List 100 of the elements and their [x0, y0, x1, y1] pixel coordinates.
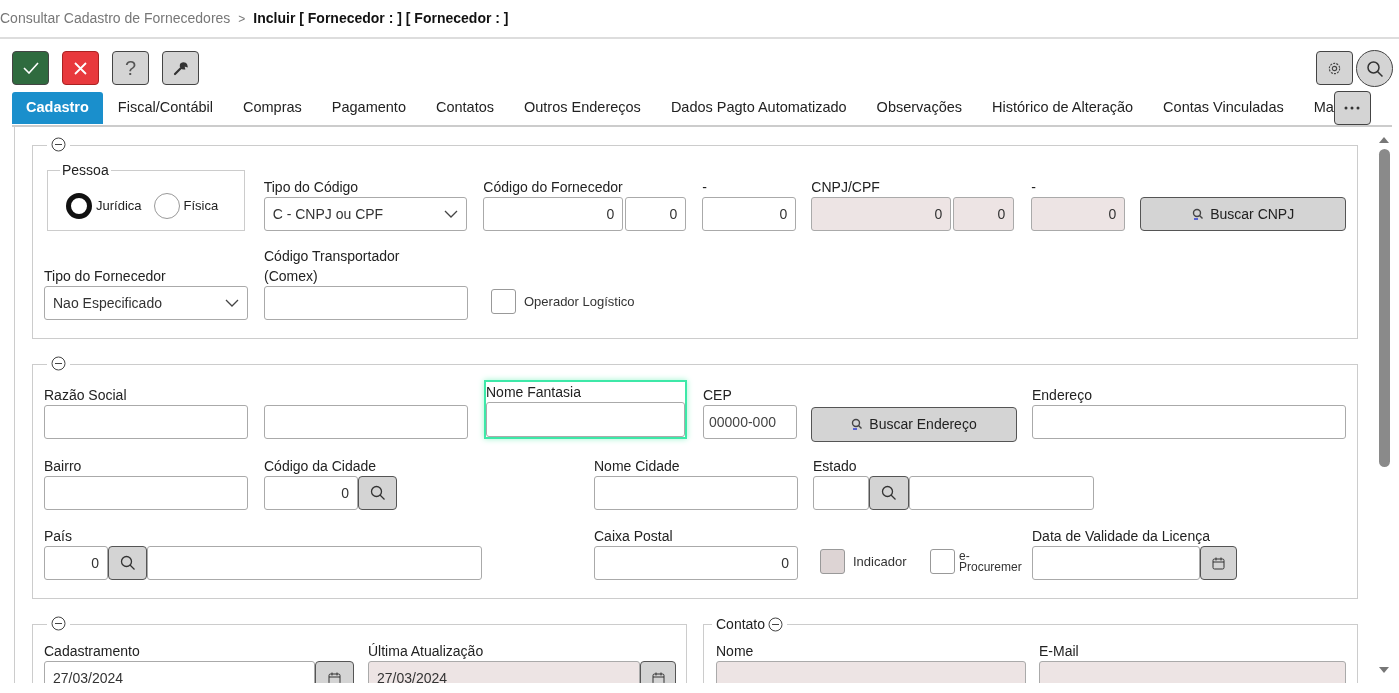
- number-field[interactable]: 0: [625, 197, 687, 231]
- tab[interactable]: Dados Pagto Automatizado: [655, 92, 862, 124]
- field-label: Nome: [716, 642, 755, 661]
- tab[interactable]: Pagamento: [316, 92, 421, 124]
- search-button[interactable]: [108, 546, 147, 580]
- tab[interactable]: Compras: [227, 92, 317, 124]
- field-label: Bairro: [44, 457, 83, 476]
- help-button[interactable]: ?: [112, 51, 149, 85]
- search-icon: [119, 555, 136, 571]
- field-label: Tipo do Código: [263, 178, 360, 197]
- search-button[interactable]: [358, 476, 397, 510]
- field-label: Razão Social: [44, 386, 128, 405]
- radio-label: Jurídica: [96, 196, 142, 215]
- tab[interactable]: Outros Endereços: [509, 92, 656, 124]
- field-label: E-Mail: [1039, 642, 1080, 661]
- field-label: CNPJ/CPF: [811, 178, 881, 197]
- field-label: Endereço: [1032, 386, 1093, 405]
- breadcrumb-separator: >: [238, 10, 246, 28]
- number-field[interactable]: 0: [483, 197, 624, 231]
- cancel-button[interactable]: [62, 51, 99, 85]
- field-label: Código do Fornecedor: [483, 178, 624, 197]
- search-icon: [1365, 59, 1384, 78]
- checkbox[interactable]: [930, 549, 955, 574]
- scroll-up-icon[interactable]: [1379, 137, 1389, 143]
- search-address-button[interactable]: Buscar Endereço: [811, 407, 1017, 442]
- search-icon: [851, 418, 864, 431]
- number-field[interactable]: 0: [264, 476, 358, 510]
- chevron-down-icon: [444, 210, 459, 218]
- calendar-button[interactable]: [1200, 546, 1237, 580]
- field-label: Última Atualização: [368, 642, 485, 661]
- dropdown[interactable]: Nao Especificado: [44, 286, 248, 320]
- tab[interactable]: Cadastro: [12, 92, 103, 124]
- chevron-down-icon: [225, 299, 239, 307]
- checkbox-label: e-Procuremer: [959, 550, 1023, 573]
- field-label: Caixa Postal: [594, 527, 674, 546]
- field-label: Estado: [813, 457, 858, 476]
- number-field[interactable]: 0: [702, 197, 797, 231]
- settings-button[interactable]: [1316, 51, 1353, 85]
- field-label: Código da Cidade: [264, 457, 378, 476]
- group-label: Pessoa: [60, 162, 111, 178]
- calendar-icon: [1212, 556, 1225, 570]
- text-field[interactable]: [909, 476, 1094, 510]
- collapse-icon[interactable]: [51, 137, 66, 152]
- collapse-icon[interactable]: [768, 616, 784, 632]
- field-label: Tipo do Fornecedor: [44, 267, 167, 286]
- field-label: CEP: [703, 386, 733, 405]
- close-icon: [74, 61, 87, 75]
- date-field[interactable]: 27/03/2024: [44, 661, 315, 683]
- radio-label: Física: [183, 196, 219, 215]
- radio-button[interactable]: [66, 192, 92, 219]
- collapse-icon[interactable]: [51, 616, 66, 631]
- confirm-button[interactable]: [12, 51, 49, 85]
- page-title: Incluir [ Fornecedor : ] [ Fornecedor : ]: [253, 9, 509, 28]
- text-field[interactable]: [1032, 405, 1346, 439]
- checkbox[interactable]: [491, 289, 516, 314]
- field-label: País: [44, 527, 73, 546]
- text-field[interactable]: [264, 286, 468, 320]
- number-field[interactable]: 0: [594, 546, 798, 580]
- wrench-icon: [172, 60, 189, 76]
- search-icon: [881, 485, 897, 501]
- text-field[interactable]: [44, 476, 248, 510]
- tab[interactable]: Fiscal/Contábil: [102, 92, 228, 124]
- calendar-icon: [328, 671, 341, 683]
- search-icon: [369, 485, 386, 501]
- field-label: -: [1031, 178, 1038, 197]
- text-field[interactable]: [264, 405, 468, 439]
- radio-button[interactable]: [153, 192, 180, 219]
- tools-button[interactable]: [162, 51, 199, 85]
- text-field[interactable]: [813, 476, 869, 510]
- field-label: Nome Fantasia: [486, 383, 582, 402]
- field-label: -: [702, 178, 709, 197]
- search-cnpj-button[interactable]: Buscar CNPJ: [1140, 197, 1346, 231]
- tab[interactable]: Contatos: [420, 92, 509, 124]
- dropdown[interactable]: C - CNPJ ou CPF: [263, 197, 468, 231]
- search-button[interactable]: [869, 476, 909, 510]
- more-button[interactable]: [1333, 91, 1371, 125]
- collapse-icon[interactable]: [51, 356, 66, 371]
- more-icon: [1344, 106, 1361, 110]
- text-field[interactable]: [44, 405, 248, 439]
- calendar-icon: [651, 671, 665, 683]
- checkbox-label: Indicador: [853, 552, 907, 571]
- tab[interactable]: Observações: [861, 92, 978, 124]
- field-label: Nome Cidade: [594, 457, 681, 476]
- text-field[interactable]: [486, 402, 685, 437]
- scroll-down-icon[interactable]: [1379, 667, 1389, 673]
- number-field[interactable]: 0: [44, 546, 108, 580]
- field-label: Data de Validade da Licença: [1032, 527, 1211, 546]
- text-field[interactable]: [147, 546, 482, 580]
- tab[interactable]: Histórico de Alteração: [977, 92, 1149, 124]
- date-field[interactable]: [1032, 546, 1200, 580]
- settings-icon: [1327, 60, 1342, 76]
- tab[interactable]: Contas Vinculadas: [1148, 92, 1299, 124]
- text-field[interactable]: 00000-000: [703, 405, 797, 439]
- search-icon: [1192, 207, 1205, 221]
- text-field[interactable]: [594, 476, 798, 510]
- field-label: Cadastramento: [44, 642, 141, 661]
- breadcrumb-link[interactable]: Consultar Cadastro de Fornecedores: [0, 8, 231, 29]
- tab[interactable]: Ma: [1298, 92, 1334, 124]
- checkbox-label: Operador Logístico: [524, 292, 635, 311]
- search-button[interactable]: [1356, 50, 1393, 87]
